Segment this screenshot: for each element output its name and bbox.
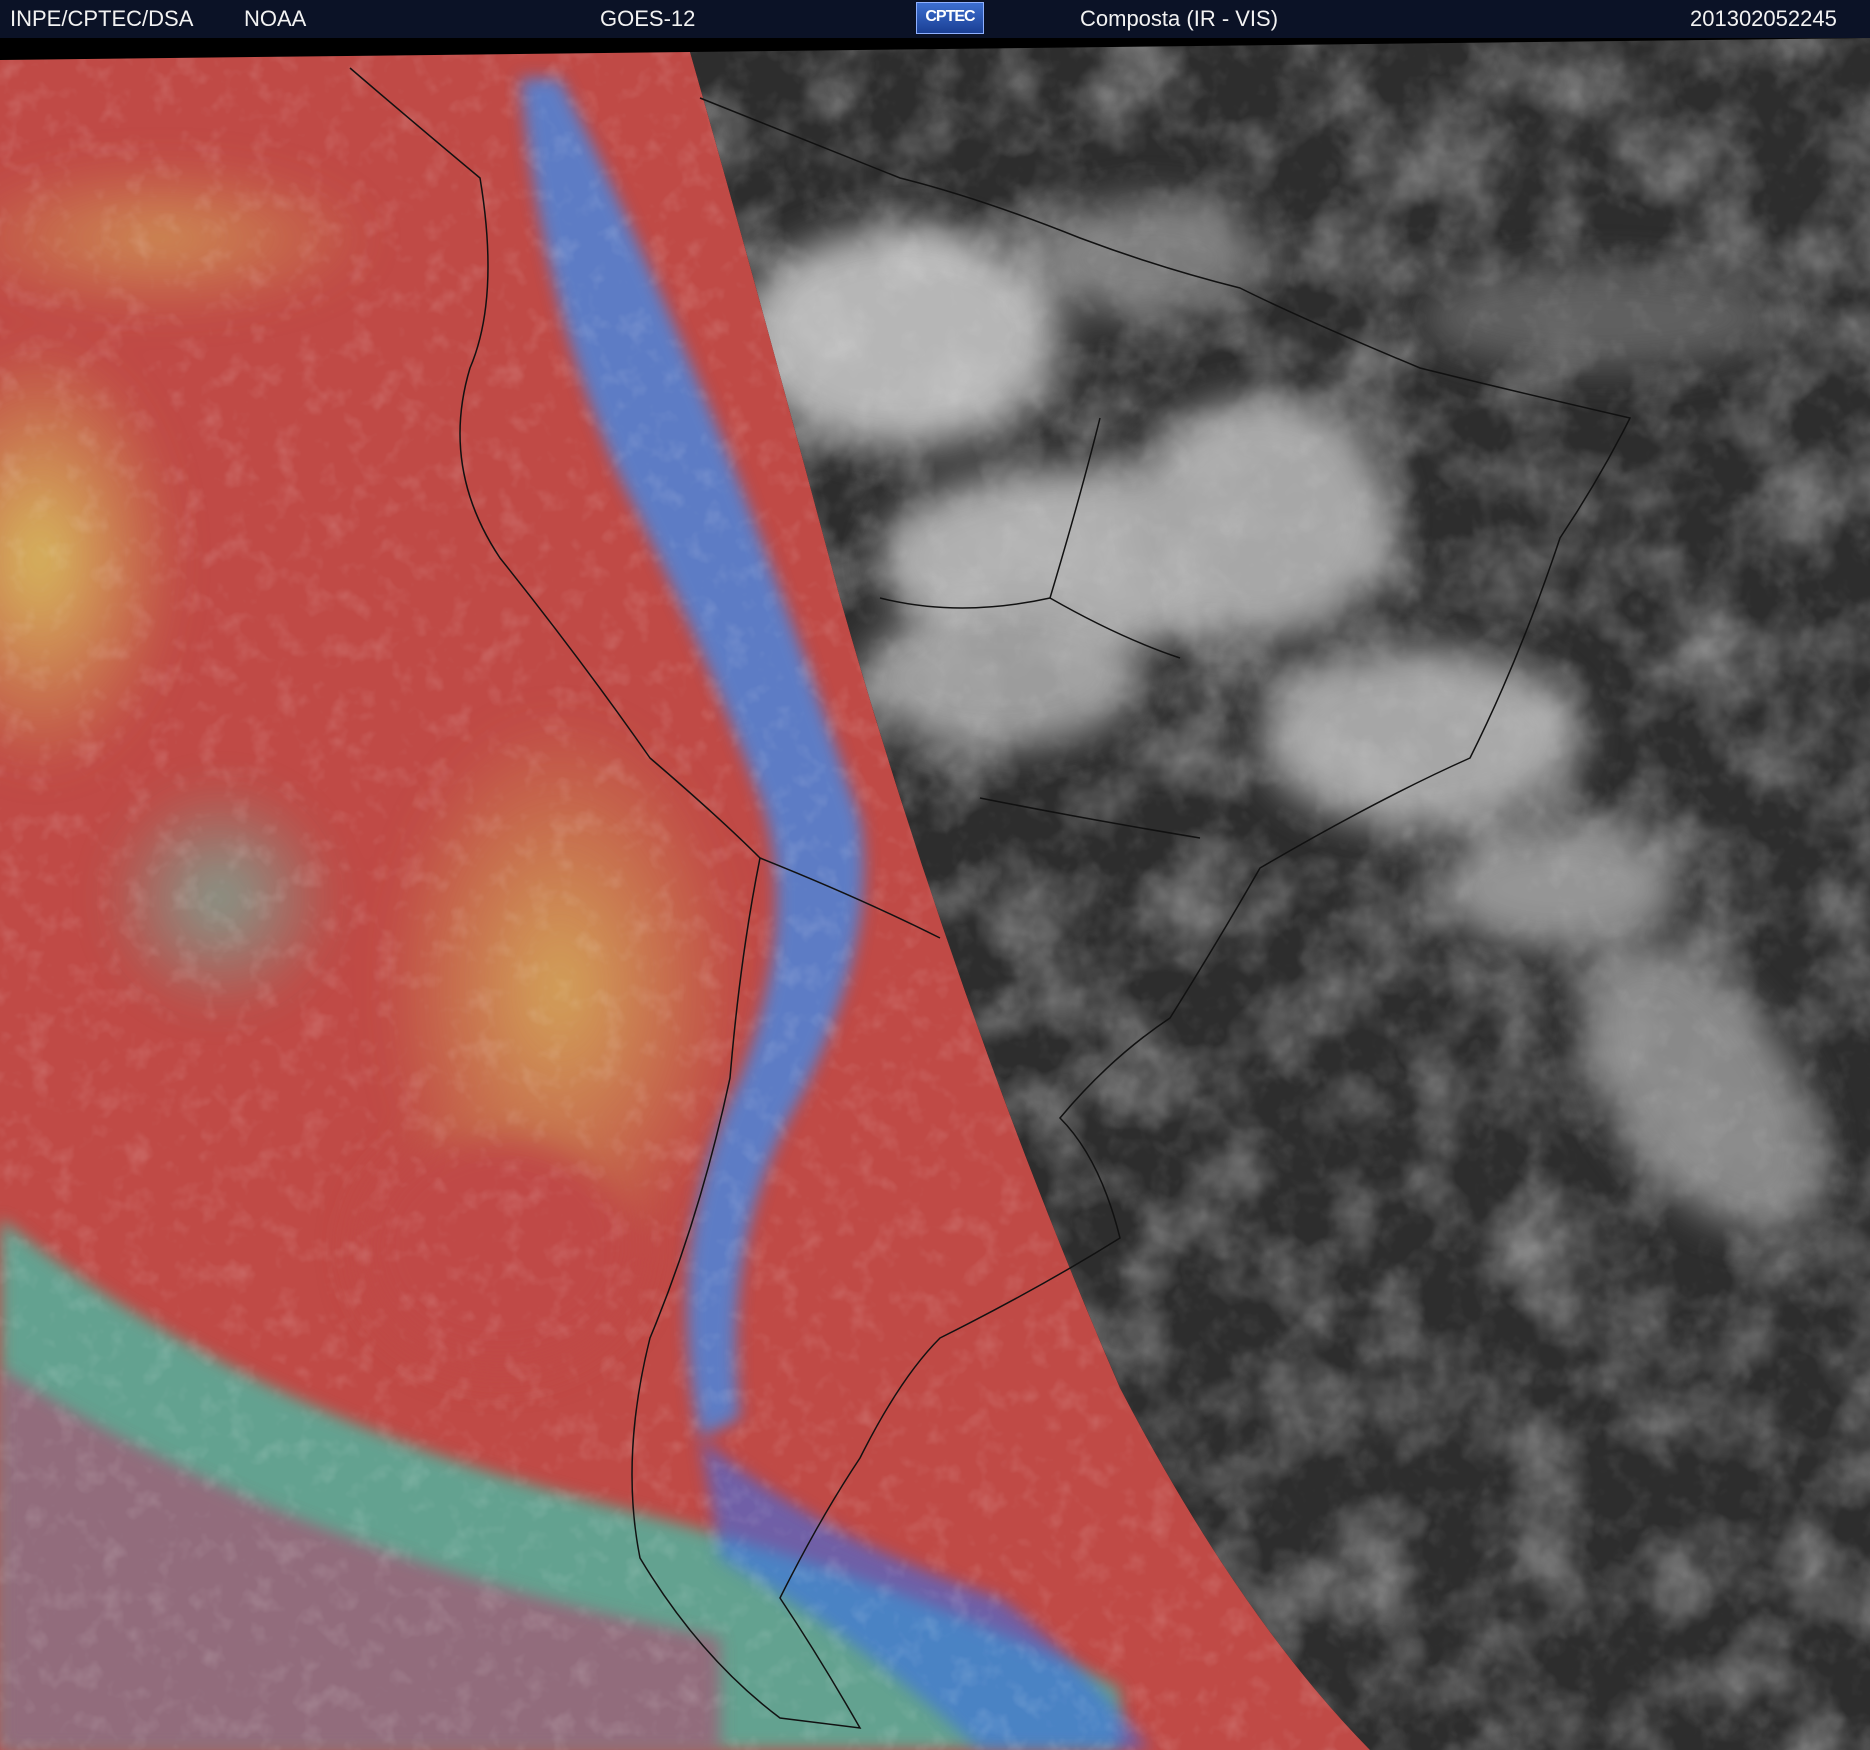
product-label: Composta (IR - VIS) (1080, 6, 1279, 31)
timestamp-label: 201302052245 (1690, 6, 1837, 31)
cptec-logo: CPTEC (916, 2, 984, 34)
header-bar: INPE/CPTEC/DSA NOAA GOES-12 CPTEC Compos… (0, 0, 1870, 38)
satellite-composite-image (0, 38, 1870, 1750)
agency-label: INPE/CPTEC/DSA (10, 6, 194, 31)
partner-label: NOAA (244, 6, 307, 31)
satellite-label: GOES-12 (600, 6, 696, 31)
